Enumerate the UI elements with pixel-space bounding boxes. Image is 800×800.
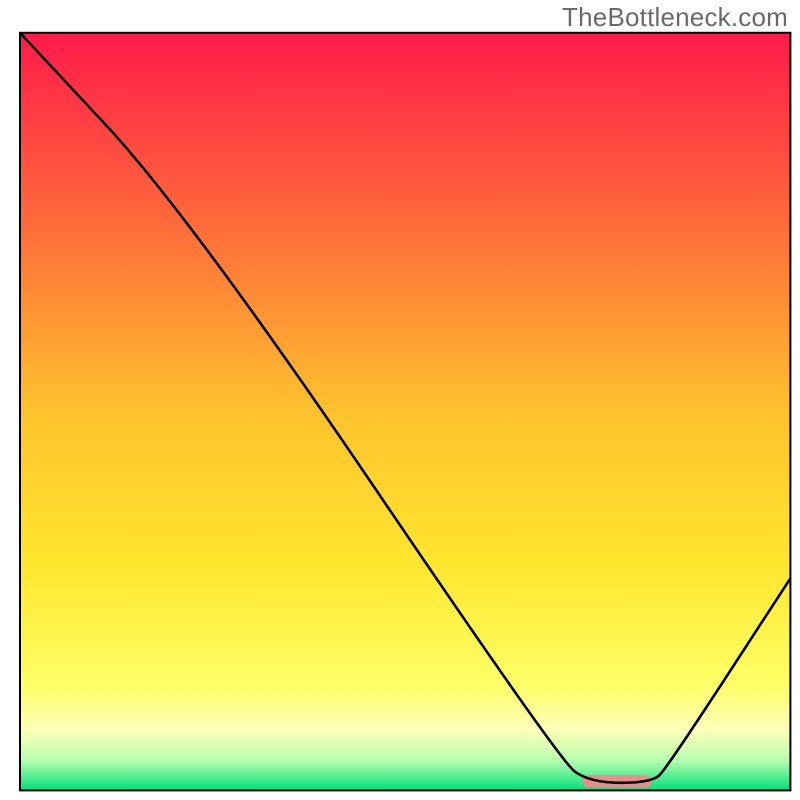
watermark-text: TheBottleneck.com bbox=[562, 2, 788, 33]
gradient-background bbox=[20, 33, 790, 791]
bottleneck-chart bbox=[0, 0, 800, 800]
chart-container: TheBottleneck.com bbox=[0, 0, 800, 800]
